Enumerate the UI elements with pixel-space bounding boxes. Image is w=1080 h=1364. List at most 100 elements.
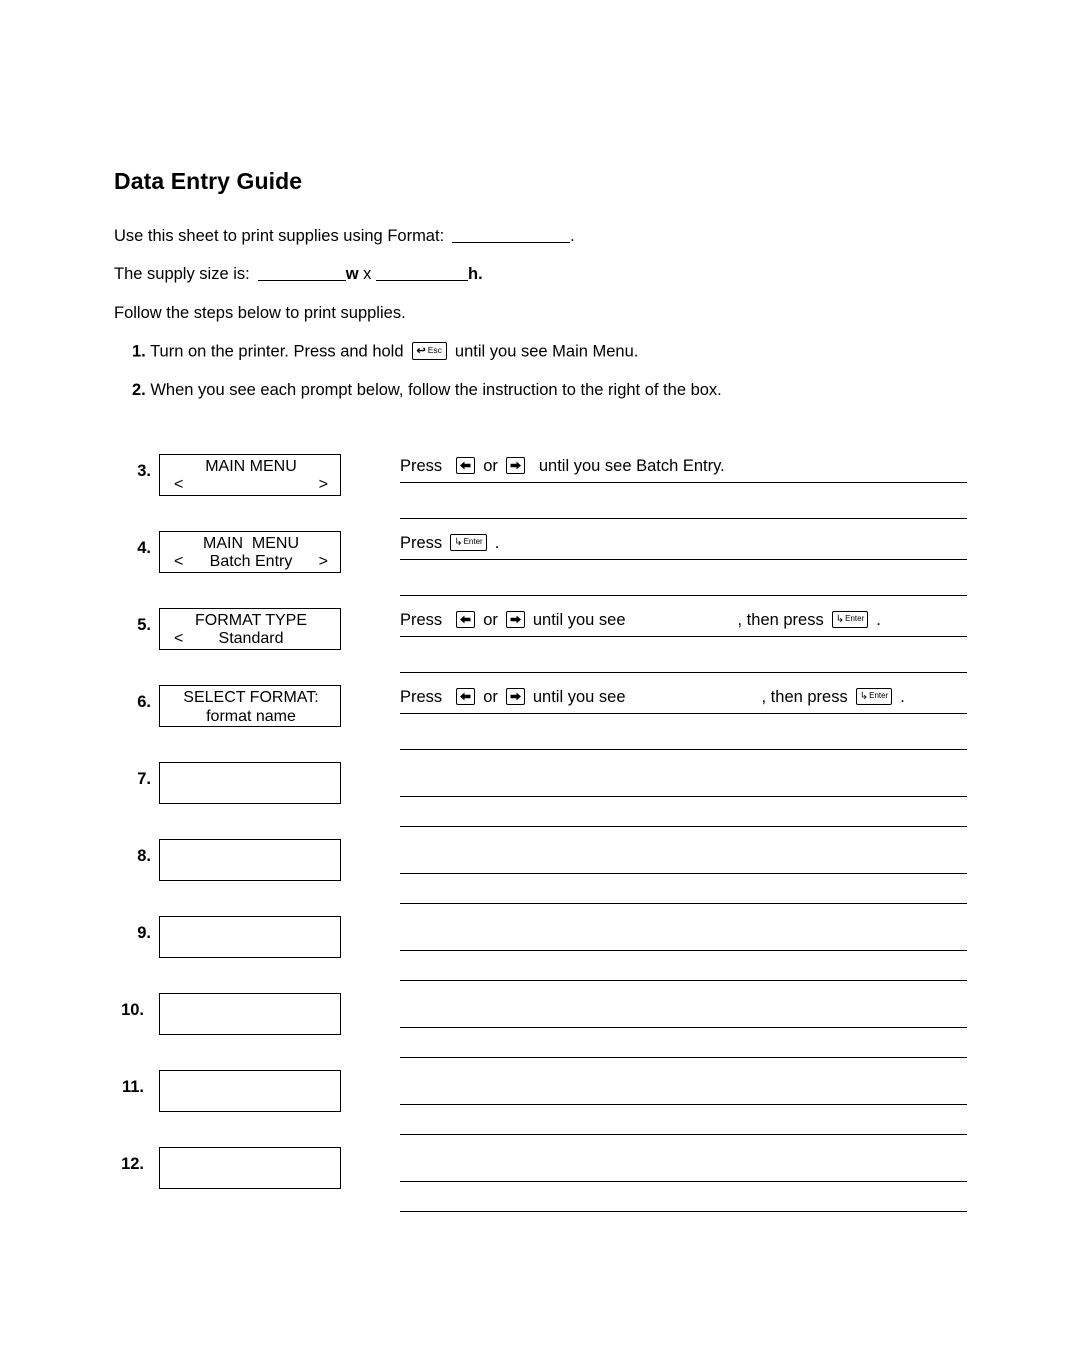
row-7-number: 7. [137, 770, 151, 788]
instruction-5-then-press: , then press [737, 611, 824, 629]
supply-height-blank-field[interactable] [376, 280, 469, 281]
row-8-number: 8. [137, 847, 151, 865]
instruction-5: Press or until you see , then press ↳Enter. [400, 611, 881, 629]
blank-display-box-11[interactable] [159, 1070, 341, 1112]
numbered-step-1: 1. Turn on the printer. Press and hold ↩ E… [132, 342, 638, 361]
lcd-6-line1: SELECT FORMAT: [183, 689, 319, 706]
instruction-3-or: or [483, 457, 498, 475]
step-1-number: 1. [132, 342, 146, 361]
right-arrow-key[interactable] [505, 457, 525, 475]
instruction-6-period: . [900, 688, 905, 706]
supply-width-unit: w [345, 265, 359, 283]
row-11-number: 11. [121, 1078, 144, 1096]
write-in-rule-4b[interactable] [400, 595, 967, 596]
numbered-step-2: 2. When you see each prompt below, follo… [132, 382, 722, 399]
row-5-number: 5. [137, 616, 151, 634]
instruction-5-press: Press [400, 611, 443, 629]
enter-key-label: Enter [463, 537, 483, 547]
write-in-rule-9a[interactable] [400, 950, 967, 951]
write-in-rule-6a[interactable] [400, 713, 967, 714]
enter-arrow-icon: ↳ [859, 690, 869, 702]
write-in-rule-5b[interactable] [400, 672, 967, 673]
instruction-6-press: Press [400, 688, 443, 706]
right-arrow-key[interactable] [505, 688, 525, 706]
write-in-rule-12a[interactable] [400, 1181, 967, 1182]
enter-key[interactable]: ↳Enter [450, 534, 487, 552]
write-in-rule-4a[interactable] [400, 559, 967, 560]
write-in-rule-9b[interactable] [400, 980, 967, 981]
instruction-6: Press or until you see , then press ↳Enter. [400, 688, 905, 706]
write-in-rule-8b[interactable] [400, 903, 967, 904]
blank-display-box-7[interactable] [159, 762, 341, 804]
instruction-4-press: Press [400, 534, 443, 552]
step-2-text: When you see each prompt below, follow t… [150, 381, 722, 399]
write-in-rule-11b[interactable] [400, 1134, 967, 1135]
intro-format-period: . [570, 227, 575, 245]
step-2-number: 2. [132, 381, 146, 399]
intro-format-line: Use this sheet to print supplies using F… [114, 228, 575, 245]
write-in-rule-11a[interactable] [400, 1104, 967, 1105]
instruction-5-middle: until you see [532, 611, 626, 629]
blank-display-box-12[interactable] [159, 1147, 341, 1189]
left-arrow-key[interactable] [456, 611, 476, 629]
intro-supply-size-line: The supply size is: w x h. [114, 266, 483, 283]
instruction-6-or: or [483, 688, 498, 706]
row-9-number: 9. [137, 924, 151, 942]
lcd-4-value: Batch Entry [209, 553, 293, 570]
lcd-4-right-chevron: > [318, 553, 328, 570]
write-in-rule-7b[interactable] [400, 826, 967, 827]
supply-height-unit: h. [468, 265, 483, 283]
lcd-3-right-chevron: > [318, 476, 328, 493]
format-blank-field[interactable] [452, 242, 571, 243]
write-in-rule-6b[interactable] [400, 749, 967, 750]
enter-key[interactable]: ↳Enter [831, 611, 869, 629]
write-in-rule-8a[interactable] [400, 873, 967, 874]
lcd-3-line1: MAIN MENU [205, 458, 297, 475]
esc-key[interactable]: ↩ Esc [411, 342, 447, 360]
write-in-rule-12b[interactable] [400, 1211, 967, 1212]
instruction-4-period: . [494, 534, 500, 552]
lcd-6-line2: format name [206, 708, 296, 725]
left-arrow-key[interactable] [456, 688, 476, 706]
lcd-display-4: MAIN MENU < Batch Entry > [159, 531, 341, 573]
esc-key-label: Esc [427, 345, 442, 355]
enter-key-label: Enter [845, 614, 865, 624]
lcd-5-value: Standard [218, 630, 284, 647]
write-in-rule-3a[interactable] [400, 482, 967, 483]
instruction-3: Press or until you see Batch Entry. [400, 457, 725, 475]
right-arrow-key[interactable] [505, 611, 525, 629]
intro-follow-steps-line: Follow the steps below to print supplies… [114, 304, 406, 322]
left-arrow-key[interactable] [456, 457, 476, 475]
step-1-text-before: Turn on the printer. Press and hold [150, 342, 404, 361]
page-title: Data Entry Guide [114, 168, 303, 194]
prompt-row-12: 12. [0, 1143, 1080, 1243]
row-10-number: 10. [121, 1001, 144, 1019]
instruction-6-then-press: , then press [761, 688, 848, 706]
enter-arrow-icon: ↳ [454, 536, 463, 548]
instruction-3-middle: until you see Batch Entry. [538, 457, 725, 475]
blank-display-box-8[interactable] [159, 839, 341, 881]
write-in-rule-3b[interactable] [400, 518, 967, 519]
lcd-display-6: SELECT FORMAT: format name [159, 685, 341, 727]
write-in-rule-10b[interactable] [400, 1057, 967, 1058]
intro-size-text: The supply size is: [114, 265, 250, 283]
lcd-3-left-chevron: < [174, 476, 184, 493]
write-in-rule-5a[interactable] [400, 636, 967, 637]
enter-key[interactable]: ↳Enter [855, 688, 893, 706]
lcd-display-5: FORMAT TYPE < Standard [159, 608, 341, 650]
lcd-4-line1: MAIN MENU [203, 535, 299, 552]
write-in-rule-7a[interactable] [400, 796, 967, 797]
lcd-5-line1: FORMAT TYPE [194, 612, 307, 629]
write-in-rule-10a[interactable] [400, 1027, 967, 1028]
row-6-number: 6. [137, 693, 151, 711]
row-12-number: 12. [121, 1155, 144, 1173]
instruction-6-middle: until you see [532, 688, 626, 706]
blank-display-box-9[interactable] [159, 916, 341, 958]
document-page: Data Entry Guide Use this sheet to print… [0, 0, 1080, 1364]
row-4-number: 4. [137, 539, 151, 557]
instruction-5-or: or [483, 611, 498, 629]
blank-display-box-10[interactable] [159, 993, 341, 1035]
instruction-4: Press ↳Enter. [400, 534, 500, 552]
supply-width-blank-field[interactable] [257, 280, 346, 281]
instruction-3-press: Press [400, 457, 443, 475]
